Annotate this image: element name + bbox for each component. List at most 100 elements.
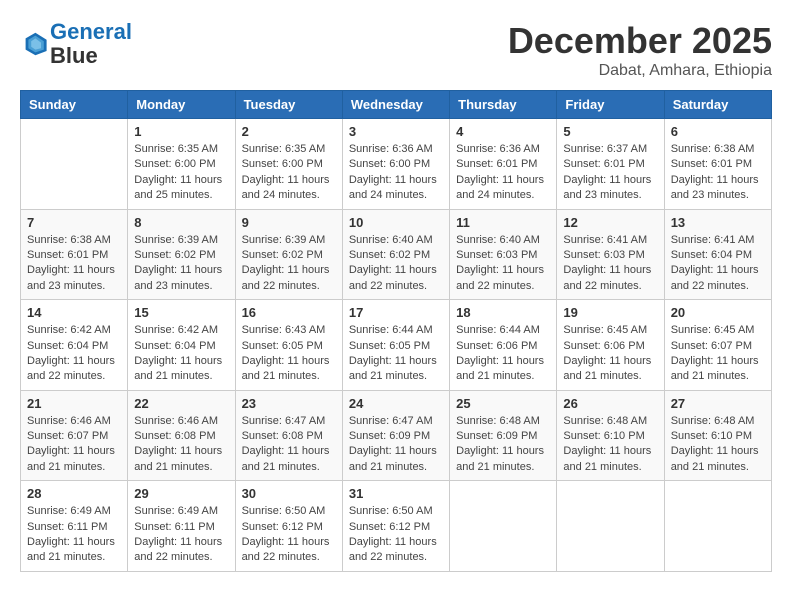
calendar-cell: 24 Sunrise: 6:47 AM Sunset: 6:09 PM Dayli… [342, 390, 449, 481]
cell-text: Sunrise: 6:48 AM Sunset: 6:10 PM Dayligh… [671, 414, 765, 476]
calendar-week-5: 28 Sunrise: 6:49 AM Sunset: 6:11 PM Dayli… [21, 481, 772, 572]
cell-text: Sunrise: 6:46 AM Sunset: 6:08 PM Dayligh… [134, 414, 228, 476]
cell-text: Sunrise: 6:35 AM Sunset: 6:00 PM Dayligh… [134, 142, 228, 204]
calendar-table: SundayMondayTuesdayWednesdayThursdayFrid… [20, 90, 772, 572]
day-number: 26 [563, 396, 657, 411]
day-number: 12 [563, 215, 657, 230]
calendar-cell: 21 Sunrise: 6:46 AM Sunset: 6:07 PM Dayli… [21, 390, 128, 481]
calendar-cell: 26 Sunrise: 6:48 AM Sunset: 6:10 PM Dayli… [557, 390, 664, 481]
day-number: 31 [349, 486, 443, 501]
day-number: 21 [27, 396, 121, 411]
calendar-cell: 22 Sunrise: 6:46 AM Sunset: 6:08 PM Dayli… [128, 390, 235, 481]
calendar-cell: 1 Sunrise: 6:35 AM Sunset: 6:00 PM Daylig… [128, 119, 235, 210]
cell-text: Sunrise: 6:50 AM Sunset: 6:12 PM Dayligh… [349, 504, 443, 566]
day-number: 25 [456, 396, 550, 411]
logo-line2: Blue [50, 43, 98, 68]
cell-text: Sunrise: 6:40 AM Sunset: 6:02 PM Dayligh… [349, 233, 443, 295]
cell-text: Sunrise: 6:42 AM Sunset: 6:04 PM Dayligh… [27, 323, 121, 385]
cell-text: Sunrise: 6:45 AM Sunset: 6:06 PM Dayligh… [563, 323, 657, 385]
calendar-cell: 17 Sunrise: 6:44 AM Sunset: 6:05 PM Dayli… [342, 300, 449, 391]
day-number: 27 [671, 396, 765, 411]
calendar-cell: 28 Sunrise: 6:49 AM Sunset: 6:11 PM Dayli… [21, 481, 128, 572]
day-header-sunday: Sunday [21, 91, 128, 119]
cell-text: Sunrise: 6:35 AM Sunset: 6:00 PM Dayligh… [242, 142, 336, 204]
calendar-cell: 15 Sunrise: 6:42 AM Sunset: 6:04 PM Dayli… [128, 300, 235, 391]
main-title: December 2025 [508, 20, 772, 62]
cell-text: Sunrise: 6:39 AM Sunset: 6:02 PM Dayligh… [242, 233, 336, 295]
cell-text: Sunrise: 6:36 AM Sunset: 6:01 PM Dayligh… [456, 142, 550, 204]
day-number: 20 [671, 305, 765, 320]
day-number: 3 [349, 124, 443, 139]
cell-text: Sunrise: 6:44 AM Sunset: 6:05 PM Dayligh… [349, 323, 443, 385]
calendar-cell [557, 481, 664, 572]
calendar-week-4: 21 Sunrise: 6:46 AM Sunset: 6:07 PM Dayli… [21, 390, 772, 481]
cell-text: Sunrise: 6:39 AM Sunset: 6:02 PM Dayligh… [134, 233, 228, 295]
cell-text: Sunrise: 6:49 AM Sunset: 6:11 PM Dayligh… [134, 504, 228, 566]
calendar-cell: 23 Sunrise: 6:47 AM Sunset: 6:08 PM Dayli… [235, 390, 342, 481]
calendar-week-3: 14 Sunrise: 6:42 AM Sunset: 6:04 PM Dayli… [21, 300, 772, 391]
cell-text: Sunrise: 6:37 AM Sunset: 6:01 PM Dayligh… [563, 142, 657, 204]
day-number: 4 [456, 124, 550, 139]
day-number: 10 [349, 215, 443, 230]
calendar-cell: 4 Sunrise: 6:36 AM Sunset: 6:01 PM Daylig… [450, 119, 557, 210]
calendar-cell [21, 119, 128, 210]
day-header-monday: Monday [128, 91, 235, 119]
calendar-cell: 2 Sunrise: 6:35 AM Sunset: 6:00 PM Daylig… [235, 119, 342, 210]
calendar-cell: 13Sunrise: 6:41 AM Sunset: 6:04 PM Dayli… [664, 209, 771, 300]
day-number: 7 [27, 215, 121, 230]
day-number: 15 [134, 305, 228, 320]
logo-text: General Blue [50, 20, 132, 68]
calendar-cell: 31 Sunrise: 6:50 AM Sunset: 6:12 PM Dayli… [342, 481, 449, 572]
calendar-cell: 18 Sunrise: 6:44 AM Sunset: 6:06 PM Dayli… [450, 300, 557, 391]
day-number: 28 [27, 486, 121, 501]
day-number: 2 [242, 124, 336, 139]
logo-line1: General [50, 19, 132, 44]
cell-text: Sunrise: 6:38 AM Sunset: 6:01 PM Dayligh… [671, 142, 765, 204]
calendar-body: 1 Sunrise: 6:35 AM Sunset: 6:00 PM Daylig… [21, 119, 772, 572]
day-header-tuesday: Tuesday [235, 91, 342, 119]
calendar-cell: 20 Sunrise: 6:45 AM Sunset: 6:07 PM Dayli… [664, 300, 771, 391]
calendar-cell: 6 Sunrise: 6:38 AM Sunset: 6:01 PM Daylig… [664, 119, 771, 210]
day-number: 24 [349, 396, 443, 411]
calendar-cell: 5Sunrise: 6:37 AM Sunset: 6:01 PM Daylig… [557, 119, 664, 210]
cell-text: Sunrise: 6:42 AM Sunset: 6:04 PM Dayligh… [134, 323, 228, 385]
cell-text: Sunrise: 6:47 AM Sunset: 6:09 PM Dayligh… [349, 414, 443, 476]
cell-text: Sunrise: 6:38 AM Sunset: 6:01 PM Dayligh… [27, 233, 121, 295]
day-number: 22 [134, 396, 228, 411]
calendar-cell: 10 Sunrise: 6:40 AM Sunset: 6:02 PM Dayli… [342, 209, 449, 300]
day-number: 1 [134, 124, 228, 139]
day-number: 30 [242, 486, 336, 501]
day-number: 8 [134, 215, 228, 230]
day-number: 14 [27, 305, 121, 320]
calendar-cell: 7 Sunrise: 6:38 AM Sunset: 6:01 PM Daylig… [21, 209, 128, 300]
cell-text: Sunrise: 6:45 AM Sunset: 6:07 PM Dayligh… [671, 323, 765, 385]
day-number: 18 [456, 305, 550, 320]
cell-text: Sunrise: 6:40 AM Sunset: 6:03 PM Dayligh… [456, 233, 550, 295]
calendar-cell: 12Sunrise: 6:41 AM Sunset: 6:03 PM Dayli… [557, 209, 664, 300]
cell-text: Sunrise: 6:44 AM Sunset: 6:06 PM Dayligh… [456, 323, 550, 385]
title-area: December 2025 Dabat, Amhara, Ethiopia [508, 20, 772, 80]
day-number: 16 [242, 305, 336, 320]
calendar-week-1: 1 Sunrise: 6:35 AM Sunset: 6:00 PM Daylig… [21, 119, 772, 210]
cell-text: Sunrise: 6:47 AM Sunset: 6:08 PM Dayligh… [242, 414, 336, 476]
day-number: 19 [563, 305, 657, 320]
cell-text: Sunrise: 6:49 AM Sunset: 6:11 PM Dayligh… [27, 504, 121, 566]
cell-text: Sunrise: 6:48 AM Sunset: 6:10 PM Dayligh… [563, 414, 657, 476]
calendar-header-row: SundayMondayTuesdayWednesdayThursdayFrid… [21, 91, 772, 119]
calendar-cell: 27 Sunrise: 6:48 AM Sunset: 6:10 PM Dayli… [664, 390, 771, 481]
calendar-week-2: 7 Sunrise: 6:38 AM Sunset: 6:01 PM Daylig… [21, 209, 772, 300]
day-number: 9 [242, 215, 336, 230]
calendar-cell: 25Sunrise: 6:48 AM Sunset: 6:09 PM Dayli… [450, 390, 557, 481]
day-header-saturday: Saturday [664, 91, 771, 119]
day-number: 29 [134, 486, 228, 501]
logo: General Blue [20, 20, 132, 68]
day-number: 17 [349, 305, 443, 320]
calendar-cell [450, 481, 557, 572]
day-number: 23 [242, 396, 336, 411]
day-header-friday: Friday [557, 91, 664, 119]
cell-text: Sunrise: 6:46 AM Sunset: 6:07 PM Dayligh… [27, 414, 121, 476]
calendar-cell: 14 Sunrise: 6:42 AM Sunset: 6:04 PM Dayli… [21, 300, 128, 391]
day-header-thursday: Thursday [450, 91, 557, 119]
day-number: 6 [671, 124, 765, 139]
cell-text: Sunrise: 6:41 AM Sunset: 6:04 PM Dayligh… [671, 233, 765, 295]
